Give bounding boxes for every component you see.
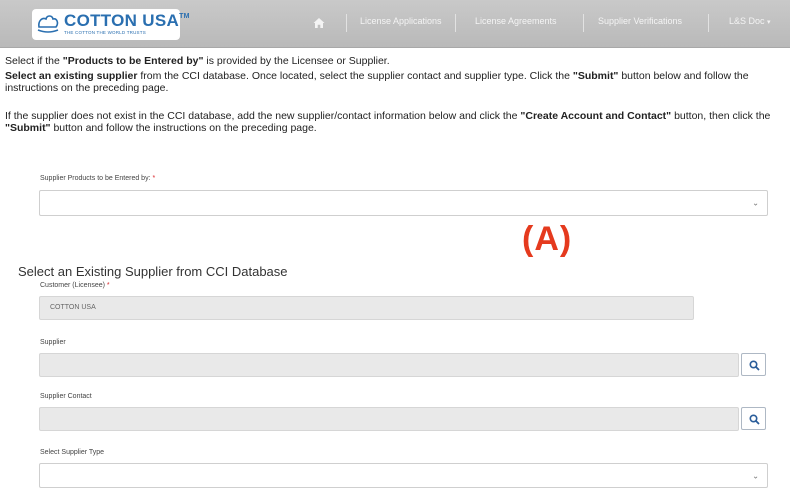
products-entered-by-select[interactable]: ⌄ xyxy=(39,190,768,216)
search-icon xyxy=(749,414,760,425)
nav-divider xyxy=(455,14,456,32)
nav-divider xyxy=(708,14,709,32)
home-icon[interactable] xyxy=(313,17,325,29)
cotton-boll-icon xyxy=(37,15,59,33)
instruction-products-entered-by: Select if the "Products to be Entered by… xyxy=(5,55,390,67)
section-title: Select an Existing Supplier from CCI Dat… xyxy=(18,264,288,279)
supplier-search-button[interactable] xyxy=(741,353,766,376)
logo-tagline: THE COTTON THE WORLD TRUSTS xyxy=(64,30,146,35)
supplier-type-select[interactable]: ⌄ xyxy=(39,463,768,488)
customer-field[interactable]: COTTON USA xyxy=(39,296,694,320)
cotton-usa-logo[interactable]: COTTON USATM THE COTTON THE WORLD TRUSTS xyxy=(32,9,190,40)
supplier-type-label: Select Supplier Type xyxy=(40,449,105,456)
supplier-contact-label: Supplier Contact xyxy=(40,393,92,400)
annotation-label: (A) xyxy=(522,220,573,258)
nav-divider xyxy=(583,14,584,32)
supplier-label: Supplier xyxy=(40,339,66,346)
nav-divider xyxy=(346,14,347,32)
nav-license-agreements[interactable]: License Agreements xyxy=(475,16,557,26)
supplier-contact-field[interactable] xyxy=(39,407,739,431)
chevron-down-icon: ⌄ xyxy=(752,471,759,480)
instruction-create-new: If the supplier does not exist in the CC… xyxy=(5,110,771,134)
chevron-down-icon: ⌄ xyxy=(752,198,759,208)
nav-license-applications[interactable]: License Applications xyxy=(360,16,442,26)
supplier-contact-search-button[interactable] xyxy=(741,407,766,430)
top-navbar: COTTON USATM THE COTTON THE WORLD TRUSTS… xyxy=(0,0,790,48)
nav-supplier-verifications[interactable]: Supplier Verifications xyxy=(598,16,682,26)
nav-ls-doc-dropdown[interactable]: L&S Doc ▾ xyxy=(729,16,771,26)
logo-wordmark: COTTON USATM xyxy=(64,11,190,30)
chevron-down-icon: ▾ xyxy=(767,19,771,26)
search-icon xyxy=(749,360,760,371)
instruction-select-existing: Select an existing supplier from the CCI… xyxy=(5,70,749,94)
supplier-field[interactable] xyxy=(39,353,739,377)
customer-label: Customer (Licensee) * xyxy=(40,282,110,289)
products-entered-by-label: Supplier Products to be Entered by: * xyxy=(40,175,156,182)
